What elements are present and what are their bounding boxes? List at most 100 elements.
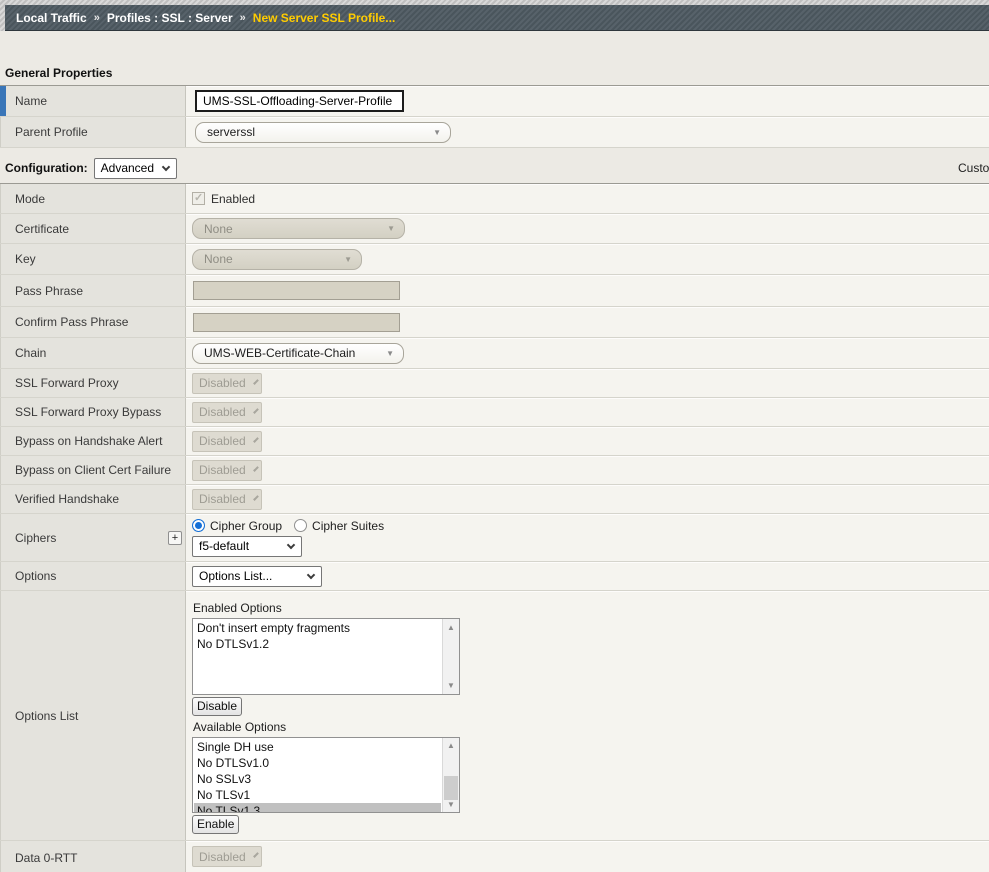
breadcrumb-current-page: New Server SSL Profile... <box>253 11 396 25</box>
configuration-view-select[interactable]: Advanced <box>94 158 177 179</box>
configuration-label: Configuration: <box>5 161 88 175</box>
breadcrumb-separator-icon: » <box>240 12 246 24</box>
ssl-forward-proxy-bypass-select: Disabled <box>192 402 262 423</box>
available-options-listbox[interactable]: Single DH useNo DTLSv1.0No SSLv3No TLSv1… <box>192 737 460 814</box>
cipher-group-select[interactable]: f5-default <box>192 536 302 557</box>
chevron-down-icon <box>162 162 170 170</box>
pass-phrase-input <box>193 281 400 300</box>
mode-label: Mode <box>15 192 45 206</box>
ssl-forward-proxy-select: Disabled <box>192 373 262 394</box>
verified-handshake-select: Disabled <box>192 489 262 510</box>
verified-handshake-label: Verified Handshake <box>15 492 119 506</box>
enabled-options-items: Don't insert empty fragmentsNo DTLSv1.2 <box>194 620 441 693</box>
chain-label: Chain <box>15 346 46 360</box>
enabled-options-label: Enabled Options <box>193 601 282 615</box>
disable-button[interactable]: Disable <box>192 697 242 716</box>
enabled-options-scrollbar[interactable]: ▲ ▼ <box>442 619 459 694</box>
row-ssl-forward-proxy-bypass: SSL Forward Proxy Bypass Disabled <box>0 398 989 427</box>
name-input[interactable] <box>195 90 404 112</box>
chevron-down-icon <box>253 408 259 414</box>
confirm-pass-phrase-input <box>193 313 400 332</box>
dropdown-arrow-icon: ▼ <box>433 128 441 137</box>
parent-profile-select[interactable]: serverssl ▼ <box>195 122 451 143</box>
row-ssl-forward-proxy: SSL Forward Proxy Disabled <box>0 369 989 398</box>
dropdown-arrow-icon: ▼ <box>344 255 352 264</box>
general-properties-title: General Properties <box>5 66 989 80</box>
list-option[interactable]: No DTLSv1.2 <box>194 636 441 652</box>
chevron-down-icon <box>253 379 259 385</box>
enable-button[interactable]: Enable <box>192 815 239 834</box>
scroll-down-icon[interactable]: ▼ <box>443 796 459 812</box>
enabled-options-listbox[interactable]: Don't insert empty fragmentsNo DTLSv1.2 … <box>192 618 460 695</box>
data-0rtt-select: Disabled <box>192 846 262 867</box>
list-option[interactable]: No TLSv1 <box>194 787 441 803</box>
row-mode: Mode Enabled <box>0 184 989 214</box>
mode-enabled-checkbox[interactable] <box>192 192 205 205</box>
row-pass-phrase: Pass Phrase <box>0 275 989 307</box>
row-chain: Chain UMS-WEB-Certificate-Chain ▼ <box>0 338 989 369</box>
certificate-select: None ▼ <box>192 218 405 239</box>
row-options: Options Options List... <box>0 562 989 591</box>
name-label: Name <box>15 94 47 108</box>
options-select[interactable]: Options List... <box>192 566 322 587</box>
parent-profile-label: Parent Profile <box>15 125 88 139</box>
scroll-down-icon[interactable]: ▼ <box>443 678 459 694</box>
list-option[interactable]: No DTLSv1.0 <box>194 755 441 771</box>
chevron-down-icon <box>253 466 259 472</box>
dropdown-arrow-icon: ▼ <box>387 224 395 233</box>
bypass-on-handshake-alert-label: Bypass on Handshake Alert <box>15 434 162 448</box>
row-parent-profile: Parent Profile serverssl ▼ <box>0 117 989 148</box>
server-ssl-profile-page: { "breadcrumb": { "separator": "\u00bb",… <box>0 0 989 872</box>
key-select: None ▼ <box>192 249 362 270</box>
bypass-on-client-cert-failure-select: Disabled <box>192 460 262 481</box>
list-option[interactable]: Single DH use <box>194 739 441 755</box>
ssl-forward-proxy-label: SSL Forward Proxy <box>15 376 119 390</box>
available-options-scrollbar[interactable]: ▲ ▼ <box>442 738 459 813</box>
row-name: Name <box>0 86 989 117</box>
chevron-down-icon <box>253 437 259 443</box>
scroll-up-icon[interactable]: ▲ <box>443 738 459 754</box>
cipher-suites-radio[interactable] <box>294 519 307 532</box>
chevron-down-icon <box>287 540 295 548</box>
list-option[interactable]: No TLSv1.3 <box>194 803 441 814</box>
cipher-group-radio-label: Cipher Group <box>210 519 282 533</box>
bypass-on-handshake-alert-select: Disabled <box>192 431 262 452</box>
configuration-table: Mode Enabled Certificate None ▼ Key None… <box>0 183 989 872</box>
ciphers-label: Ciphers <box>15 531 56 545</box>
row-certificate: Certificate None ▼ <box>0 214 989 244</box>
chevron-down-icon <box>307 570 315 578</box>
custom-column-header: Custom <box>958 161 989 175</box>
list-option[interactable]: No SSLv3 <box>194 771 441 787</box>
row-bypass-on-handshake-alert: Bypass on Handshake Alert Disabled <box>0 427 989 456</box>
mode-enabled-checkbox-label: Enabled <box>211 192 255 206</box>
available-options-items: Single DH useNo DTLSv1.0No SSLv3No TLSv1… <box>194 739 441 812</box>
row-verified-handshake: Verified Handshake Disabled <box>0 485 989 514</box>
cipher-suites-radio-label: Cipher Suites <box>312 519 384 533</box>
configuration-header: Configuration: Advanced <box>5 157 989 179</box>
row-options-list: Options List Enabled Options Don't inser… <box>0 591 989 841</box>
row-data-0rtt: Data 0-RTT Disabled <box>0 841 989 872</box>
options-label: Options <box>15 569 56 583</box>
breadcrumb-profiles-ssl-server[interactable]: Profiles : SSL : Server <box>107 11 233 25</box>
row-confirm-pass-phrase: Confirm Pass Phrase <box>0 307 989 338</box>
cipher-group-radio[interactable] <box>192 519 205 532</box>
list-option[interactable]: Don't insert empty fragments <box>194 620 441 636</box>
data-0rtt-label: Data 0-RTT <box>15 851 77 865</box>
ssl-forward-proxy-bypass-label: SSL Forward Proxy Bypass <box>15 405 161 419</box>
scroll-up-icon[interactable]: ▲ <box>443 619 459 635</box>
ciphers-expand-button[interactable]: + <box>168 531 182 545</box>
dropdown-arrow-icon: ▼ <box>386 349 394 358</box>
breadcrumb-separator-icon: » <box>94 12 100 24</box>
chevron-down-icon <box>253 495 259 501</box>
row-bypass-on-client-cert-failure: Bypass on Client Cert Failure Disabled <box>0 456 989 485</box>
confirm-pass-phrase-label: Confirm Pass Phrase <box>15 315 128 329</box>
breadcrumb-local-traffic[interactable]: Local Traffic <box>16 11 87 25</box>
pass-phrase-label: Pass Phrase <box>15 284 83 298</box>
row-ciphers: Ciphers + Cipher Group Cipher Suites f5-d… <box>0 514 989 562</box>
key-label: Key <box>15 252 36 266</box>
chain-select[interactable]: UMS-WEB-Certificate-Chain ▼ <box>192 343 404 364</box>
options-list-label: Options List <box>15 709 78 723</box>
certificate-label: Certificate <box>15 222 69 236</box>
available-options-label: Available Options <box>193 720 286 734</box>
chevron-down-icon <box>253 852 259 858</box>
